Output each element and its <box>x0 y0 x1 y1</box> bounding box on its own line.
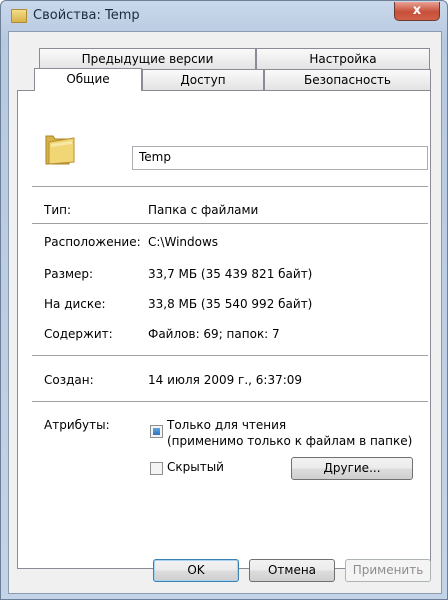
ondisk-label: На диске: <box>44 297 106 311</box>
cancel-button[interactable]: Отмена <box>249 559 335 582</box>
tab-security[interactable]: Безопасность <box>264 69 431 90</box>
folder-name-input[interactable]: Temp <box>132 146 428 170</box>
location-value: C:\Windows <box>148 235 219 249</box>
other-attributes-button[interactable]: Другие... <box>291 457 413 480</box>
hidden-label: Скрытый <box>167 460 224 474</box>
divider <box>32 223 428 224</box>
readonly-checkbox[interactable] <box>150 425 163 438</box>
divider <box>32 186 428 187</box>
hidden-checkbox[interactable] <box>150 462 163 475</box>
contains-label: Содержит: <box>44 327 113 341</box>
attributes-label: Атрибуты: <box>44 418 110 432</box>
folder-icon <box>11 9 27 23</box>
tab-customize[interactable]: Настройка <box>256 48 430 69</box>
properties-window: Свойства: Temp x Предыдущие версии Настр… <box>0 0 448 600</box>
divider <box>32 355 428 356</box>
tab-previous-versions[interactable]: Предыдущие версии <box>39 48 256 69</box>
created-value: 14 июля 2009 г., 6:37:09 <box>148 373 303 387</box>
tab-general[interactable]: Общие <box>34 68 142 91</box>
size-label: Размер: <box>44 267 94 281</box>
dialog-client: Предыдущие версии Настройка Общие Доступ… <box>8 31 442 594</box>
created-label: Создан: <box>44 373 94 387</box>
type-value: Папка с файлами <box>148 203 259 217</box>
apply-button[interactable]: Применить <box>345 559 431 582</box>
readonly-note: (применимо только к файлам в папке) <box>167 434 413 448</box>
type-label: Тип: <box>44 203 72 217</box>
ondisk-value: 33,8 МБ (35 540 992 байт) <box>148 297 313 311</box>
title-bar[interactable]: Свойства: Temp x <box>1 1 447 31</box>
divider <box>32 401 428 402</box>
close-button[interactable]: x <box>394 2 440 21</box>
tab-sharing[interactable]: Доступ <box>142 69 264 90</box>
general-panel: Temp Тип: Папка с файлами Расположение: … <box>17 90 431 569</box>
readonly-label: Только для чтения <box>167 418 287 432</box>
window-title: Свойства: Temp <box>33 8 140 23</box>
folder-icon-large <box>45 135 75 165</box>
location-label: Расположение: <box>44 235 141 249</box>
contains-value: Файлов: 69; папок: 7 <box>148 327 280 341</box>
ok-button[interactable]: OK <box>153 559 239 582</box>
size-value: 33,7 МБ (35 439 821 байт) <box>148 267 313 281</box>
